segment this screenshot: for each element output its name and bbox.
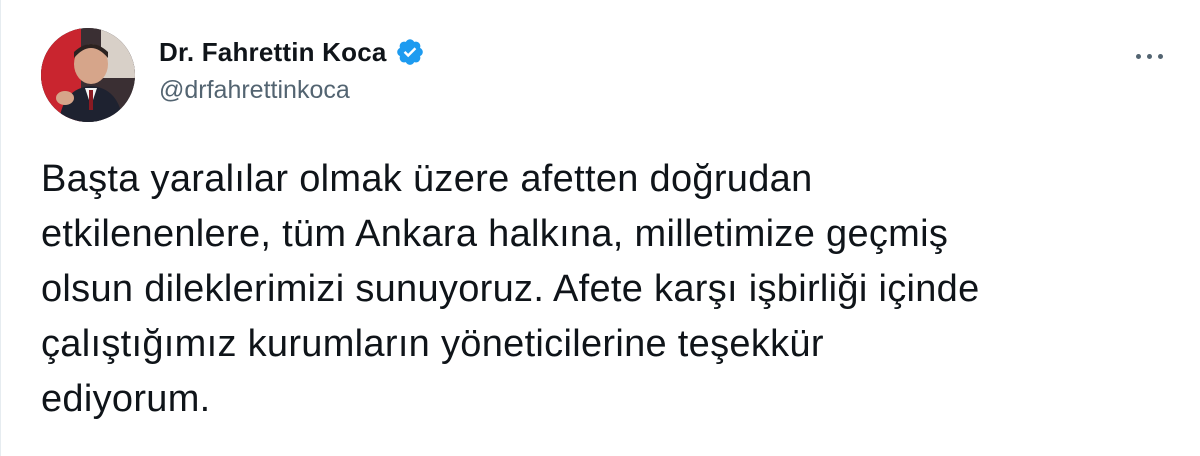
tweet-text-line: etkilenenlere, tüm Ankara halkına, mille…: [41, 213, 949, 255]
author-handle[interactable]: @drfahrettinkoca: [159, 76, 425, 105]
tweet-text: Başta yaralılar olmak üzere afetten doğr…: [41, 152, 1171, 427]
display-name[interactable]: Dr. Fahrettin Koca: [159, 37, 387, 68]
display-name-row: Dr. Fahrettin Koca: [159, 34, 425, 70]
author-info: Dr. Fahrettin Koca @drfahrettinkoca: [159, 34, 425, 105]
more-horizontal-icon-dot: [1157, 53, 1163, 59]
verified-badge-icon: [395, 37, 425, 67]
tweet-card: Dr. Fahrettin Koca @drfahrettinkoca Başt…: [0, 0, 1200, 456]
more-options-button[interactable]: [1127, 36, 1171, 76]
tweet-text-line: Başta yaralılar olmak üzere afetten doğr…: [41, 158, 813, 200]
tweet-text-line: olsun dileklerimizi sunuyoruz. Afete kar…: [41, 268, 980, 310]
more-horizontal-icon-dot: [1146, 53, 1152, 59]
more-horizontal-icon-dot: [1135, 53, 1141, 59]
tweet-header: Dr. Fahrettin Koca @drfahrettinkoca: [41, 28, 1171, 124]
tweet-text-line: çalıştığımız kurumların yöneticilerine t…: [41, 323, 824, 365]
avatar-photo-icon: [41, 28, 135, 122]
avatar[interactable]: [41, 28, 135, 122]
tweet-text-line: ediyorum.: [41, 378, 211, 420]
